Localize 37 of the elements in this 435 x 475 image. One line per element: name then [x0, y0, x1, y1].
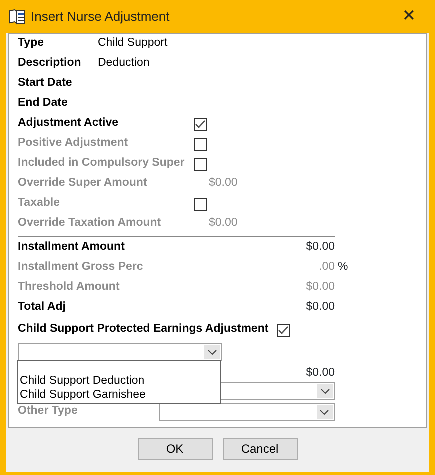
- field-label: Installment Amount: [18, 240, 125, 256]
- field-label: Total Adj: [18, 300, 66, 316]
- field-label: Other Type: [18, 404, 78, 420]
- field-label: Override Taxation Amount: [18, 216, 162, 232]
- checkbox[interactable]: [276, 324, 290, 336]
- dropdown-option[interactable]: Child Support Garnishee: [18, 388, 220, 402]
- amount-value: $0.00: [209, 176, 238, 192]
- amount-value: .00: [318, 260, 335, 276]
- field-label: Positive Adjustment: [18, 136, 130, 152]
- field-label: Included in Compulsory Super: [18, 156, 186, 172]
- checkbox[interactable]: [194, 118, 207, 130]
- amount-value: $0.00: [305, 280, 335, 296]
- percent-sign: %: [338, 260, 348, 276]
- amount-value: $0.00: [305, 300, 335, 316]
- field-label: Taxable: [18, 196, 61, 212]
- window-icon: [9, 8, 26, 24]
- amount-value: $0.00: [305, 240, 335, 256]
- field-label: Description: [18, 56, 82, 72]
- amount-value: $0.00: [209, 216, 238, 232]
- dropdown-field[interactable]: [158, 403, 335, 421]
- ok-button[interactable]: OK: [138, 438, 212, 460]
- dropdown-field[interactable]: [18, 343, 222, 361]
- dropdown-option[interactable]: Child Support Deduction: [18, 374, 220, 388]
- field-label: Adjustment Active: [18, 116, 120, 132]
- field-label: Child Support Protected Earnings Adjustment: [18, 322, 269, 338]
- field-label: Threshold Amount: [18, 280, 120, 296]
- field-label: Override Super Amount: [18, 176, 148, 192]
- window-title: Insert Nurse Adjustment: [31, 8, 171, 26]
- cancel-button[interactable]: Cancel: [222, 438, 298, 460]
- close-button[interactable]: ✕: [389, 2, 429, 32]
- field-label: Installment Gross Perc: [18, 260, 144, 276]
- field-label: End Date: [18, 96, 69, 112]
- field-label: Start Date: [18, 76, 74, 92]
- field-label: Type: [18, 36, 45, 52]
- field-value: Child Support: [98, 36, 168, 52]
- field-value: Deduction: [98, 56, 150, 72]
- amount-value: $0.00: [305, 366, 335, 382]
